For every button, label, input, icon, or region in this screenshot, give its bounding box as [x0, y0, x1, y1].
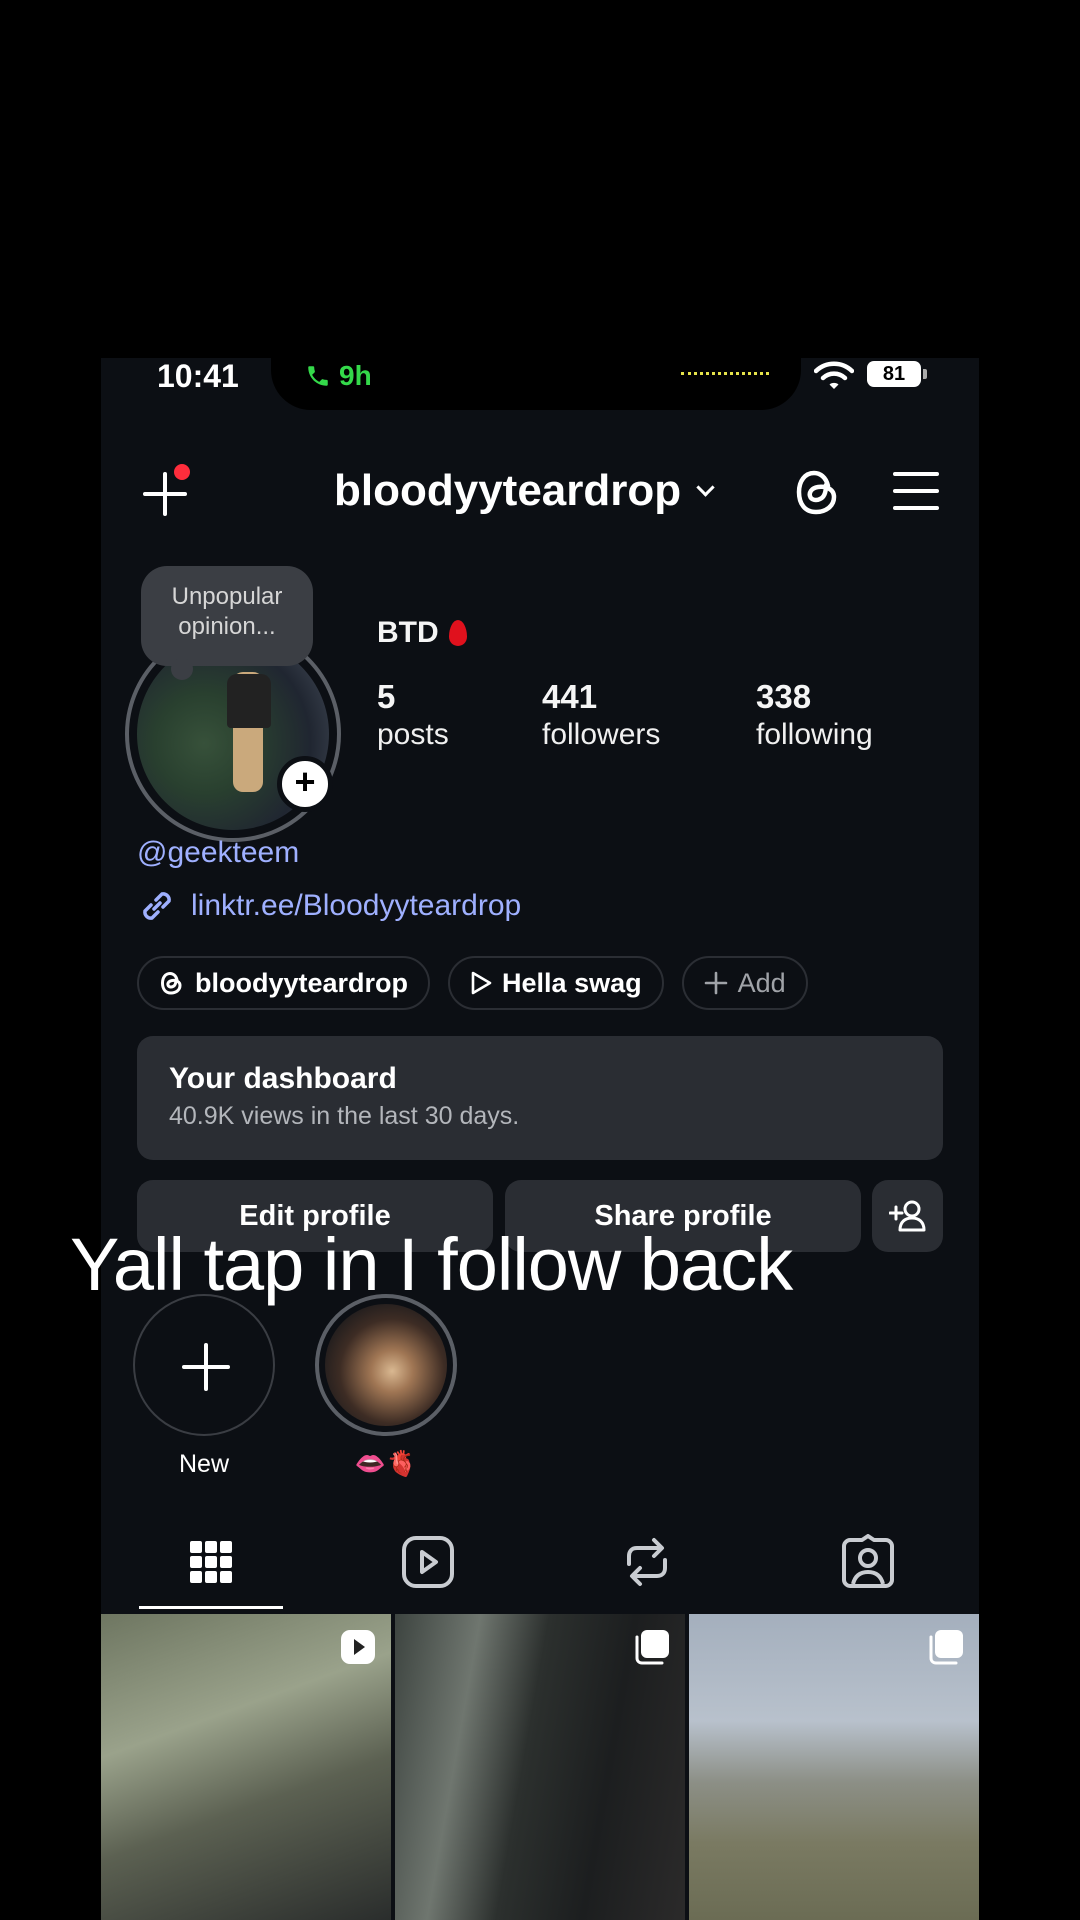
phone-icon — [308, 366, 328, 386]
stat-posts[interactable]: 5 posts — [377, 678, 449, 752]
following-label: following — [756, 718, 873, 751]
reel-play-icon — [341, 1630, 375, 1664]
threads-icon — [160, 971, 182, 995]
highlight-story-label: 👄🫀 — [354, 1450, 418, 1478]
blood-drop-emoji-icon — [448, 620, 467, 646]
dynamic-island[interactable]: 9h — [271, 358, 801, 410]
posts-label: posts — [377, 718, 449, 751]
discover-people-button[interactable] — [872, 1180, 943, 1252]
highlight-story[interactable]: 👄🫀 — [315, 1294, 457, 1479]
play-icon — [471, 971, 492, 995]
plus-icon — [704, 971, 727, 995]
add-story-plus-icon[interactable]: + — [277, 756, 333, 812]
bio-link[interactable]: linktr.ee/Bloodyyteardrop — [137, 886, 521, 926]
highlight-new-label: New — [178, 1450, 229, 1478]
reels-tab-icon[interactable] — [398, 1534, 458, 1590]
notification-dot — [174, 464, 190, 480]
highlight-new[interactable]: New — [133, 1294, 275, 1479]
display-name-text: BTD — [377, 616, 439, 649]
bio-link-text: linktr.ee/Bloodyyteardrop — [191, 889, 522, 922]
post-thumbnail[interactable] — [689, 1614, 979, 1920]
carousel-icon — [635, 1630, 669, 1665]
add-pill[interactable]: Add — [681, 956, 808, 1010]
profile-note[interactable]: Unpopular opinion... — [141, 566, 313, 680]
grid-tab-icon[interactable] — [181, 1534, 241, 1590]
new-highlight-plus-icon — [133, 1294, 275, 1436]
mention-link[interactable]: @geekteem — [137, 836, 299, 870]
account-switcher[interactable]: bloodyyteardrop — [334, 466, 715, 516]
threads-pill-label: bloodyyteardrop — [195, 967, 409, 998]
post-thumbnail[interactable] — [101, 1614, 391, 1920]
hamburger-menu-icon[interactable] — [893, 472, 939, 510]
reposts-tab-icon[interactable] — [617, 1534, 677, 1590]
wifi-icon — [814, 361, 854, 389]
call-duration: 9h — [339, 360, 372, 391]
stat-followers[interactable]: 441 followers — [542, 678, 660, 752]
audio-activity-indicator — [681, 372, 769, 376]
posts-grid — [101, 1614, 979, 1920]
carousel-icon — [929, 1630, 963, 1665]
call-indicator[interactable]: 9h — [305, 360, 372, 392]
status-time: 10:41 — [157, 358, 239, 394]
add-person-icon — [888, 1200, 925, 1232]
active-tab-indicator — [139, 1606, 283, 1609]
post-thumbnail[interactable] — [395, 1614, 685, 1920]
stat-following[interactable]: 338 following — [756, 678, 873, 752]
dashboard-title: Your dashboard — [169, 1062, 397, 1095]
following-count: 338 — [756, 678, 812, 715]
dashboard-subtitle: 40.9K views in the last 30 days. — [169, 1102, 520, 1130]
threads-pill[interactable]: bloodyyteardrop — [137, 956, 431, 1010]
display-name: BTD — [377, 616, 467, 650]
posts-count: 5 — [377, 678, 396, 715]
tagged-tab-icon[interactable] — [838, 1534, 898, 1590]
profile-pills: bloodyyteardrop Hella swag Add — [137, 956, 808, 1010]
username-title: bloodyyteardrop — [334, 466, 682, 515]
chevron-down-icon — [696, 477, 715, 497]
highlight-story-cover — [315, 1294, 457, 1436]
music-pill-label: Hella swag — [502, 967, 642, 998]
professional-dashboard[interactable]: Your dashboard 40.9K views in the last 3… — [137, 1036, 943, 1160]
music-pill[interactable]: Hella swag — [448, 956, 664, 1010]
link-icon — [143, 892, 171, 920]
battery-icon: 81 — [867, 361, 927, 387]
video-caption-overlay: Yall tap in I follow back — [70, 1223, 793, 1306]
threads-icon[interactable] — [793, 464, 843, 520]
add-pill-label: Add — [737, 967, 786, 998]
instagram-profile-screen: 10:41 9h 81 bloodyyteardrop + Unpopular … — [101, 358, 979, 1920]
followers-label: followers — [542, 718, 661, 751]
followers-count: 441 — [542, 678, 598, 715]
